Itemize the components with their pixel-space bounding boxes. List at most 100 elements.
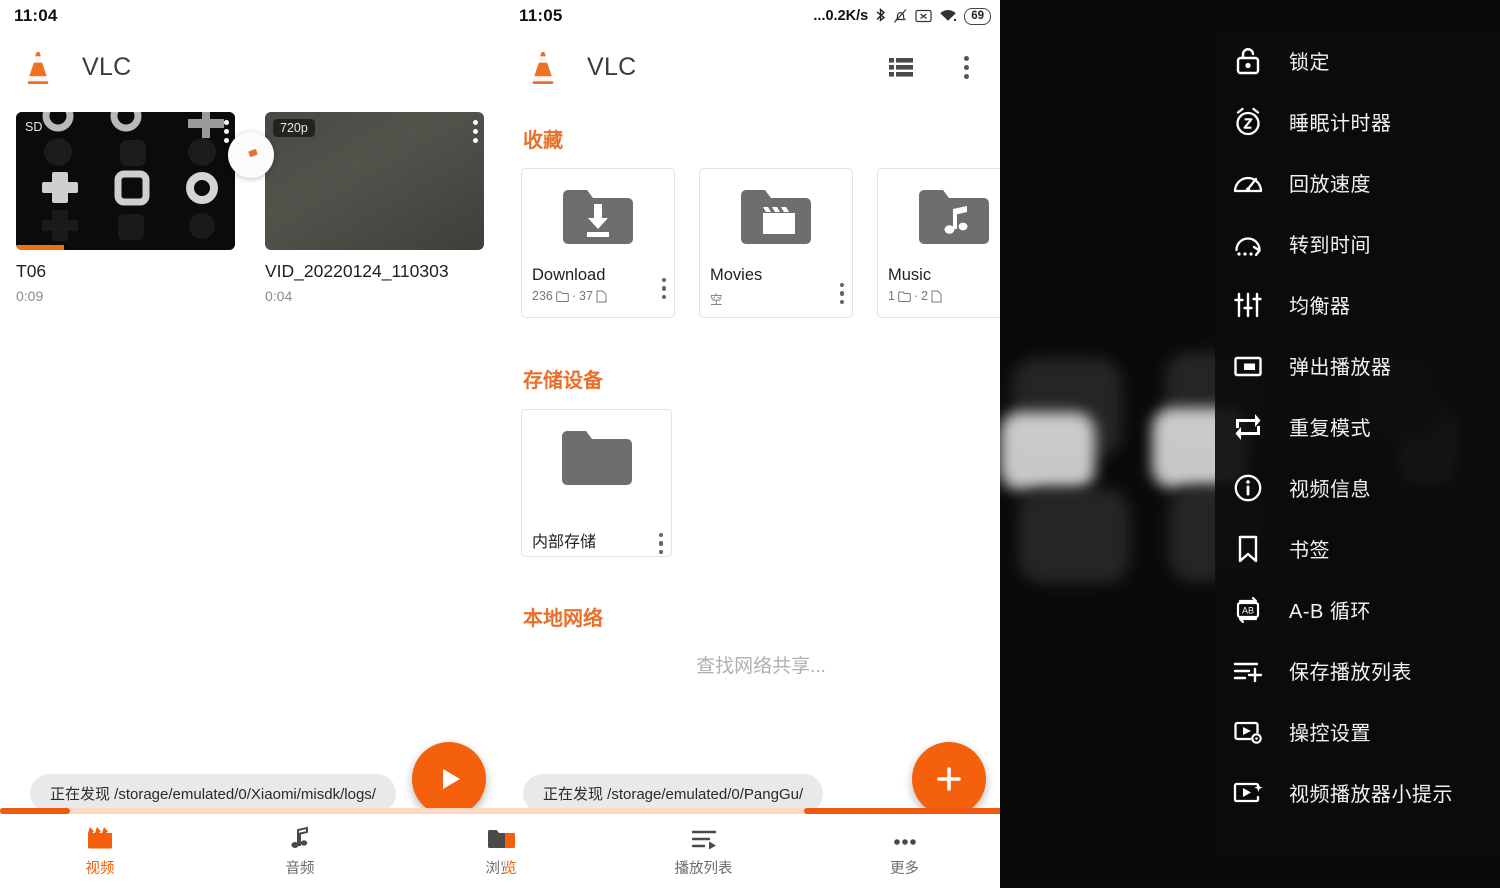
menu-item-label: 视频播放器小提示 xyxy=(1289,784,1453,806)
folder-card[interactable]: Music 1 · 2 xyxy=(877,168,1005,318)
menu-item-label: 睡眠计时器 xyxy=(1289,113,1392,135)
playlist-add-icon xyxy=(1229,652,1267,690)
storage-name: 内部存储 xyxy=(532,534,597,551)
folder-meta: 236 · 37 xyxy=(532,289,664,303)
folder-download-icon xyxy=(522,169,674,265)
add-fab-button[interactable] xyxy=(912,742,986,816)
play-fab-button[interactable] xyxy=(412,742,486,816)
svg-text:AB: AB xyxy=(1242,605,1254,615)
playlist-icon xyxy=(690,824,718,850)
status-time: 11:05 xyxy=(519,6,563,25)
video-card[interactable]: SD T06 0:09 xyxy=(16,112,235,304)
watch-progress-bar xyxy=(16,245,65,250)
video-overflow-icon[interactable] xyxy=(473,120,478,143)
speedometer-icon xyxy=(1229,164,1267,202)
ab-repeat-icon: AB xyxy=(1229,591,1267,629)
quality-badge: 720p xyxy=(273,119,315,137)
folder-mini-icon xyxy=(898,291,911,302)
overflow-icon[interactable] xyxy=(951,52,981,82)
screenshot-root: 11:04 ...0.2K/s 69 xyxy=(0,0,1500,888)
nav-item-more[interactable]: 更多 xyxy=(804,824,1005,878)
file-count: 37 xyxy=(579,289,593,303)
menu-item-sleep-timer[interactable]: 睡眠计时器 xyxy=(1215,91,1500,152)
folder-icon xyxy=(522,410,671,506)
video-duration: 0:04 xyxy=(265,288,293,304)
info-icon xyxy=(1229,469,1267,507)
menu-item-label: A-B 循环 xyxy=(1289,601,1371,623)
player-settings-icon xyxy=(1229,713,1267,751)
video-overflow-icon[interactable] xyxy=(224,120,229,143)
equalizer-icon xyxy=(1229,286,1267,324)
nav-label: 视频 xyxy=(85,861,115,877)
app-title: VLC xyxy=(82,52,132,81)
clapperboard-icon xyxy=(86,824,114,850)
nav-label: 更多 xyxy=(890,861,919,877)
folder-overflow-icon[interactable] xyxy=(661,277,666,299)
video-card[interactable]: 720p VID_20220124_110303 0:04 xyxy=(265,112,484,304)
folder-movies-icon xyxy=(700,169,852,265)
panel-browse: 11:05 ...0.2K/s 69 VLC 收藏 Download 236 ·… xyxy=(505,0,1005,888)
menu-item-label: 锁定 xyxy=(1289,52,1330,74)
menu-item-bookmarks[interactable]: 书签 xyxy=(1215,518,1500,579)
nav-item-video[interactable]: 视频 xyxy=(0,824,200,878)
menu-item-save-playlist[interactable]: 保存播放列表 xyxy=(1215,640,1500,701)
folder-meta: 空 xyxy=(710,289,842,308)
folder-icon xyxy=(505,824,517,850)
menu-item-label: 保存播放列表 xyxy=(1289,662,1412,684)
vlc-logo-icon xyxy=(18,47,58,87)
menu-item-equalizer[interactable]: 均衡器 xyxy=(1215,274,1500,335)
section-title-favorites: 收藏 xyxy=(523,130,563,152)
file-mini-icon xyxy=(931,290,942,302)
video-thumbnail[interactable]: 720p xyxy=(265,112,484,250)
file-mini-icon xyxy=(596,290,607,302)
menu-item-repeat-mode[interactable]: 重复模式 xyxy=(1215,396,1500,457)
menu-item-label: 视频信息 xyxy=(1289,479,1371,501)
nav-item-browse[interactable]: 浏览 xyxy=(505,824,603,878)
menu-item-ab-repeat[interactable]: AB A-B 循环 xyxy=(1215,579,1500,640)
favorites-list: Download 236 · 37 Movies 空 Music 1 · 2 xyxy=(521,168,1005,318)
player-tips-icon xyxy=(1229,774,1267,812)
lock-icon xyxy=(1229,42,1267,80)
vlc-logo-icon xyxy=(523,47,563,87)
menu-item-popup-player[interactable]: 弹出播放器 xyxy=(1215,335,1500,396)
nav-label: 播放列表 xyxy=(674,861,733,877)
jump-to-time-icon xyxy=(1229,225,1267,263)
nav-item-playlist[interactable]: 播放列表 xyxy=(603,824,804,878)
plus-icon xyxy=(937,767,961,791)
folder-card[interactable]: Movies 空 xyxy=(699,168,853,318)
nav-label: 音频 xyxy=(285,861,315,877)
menu-item-jump-to-time[interactable]: 转到时间 xyxy=(1215,213,1500,274)
battery-icon: 69 xyxy=(964,7,991,25)
network-discovery-message: 查找网络共享... xyxy=(696,656,826,677)
storage-overflow-icon[interactable] xyxy=(658,532,663,554)
video-title: VID_20220124_110303 xyxy=(265,261,449,281)
mute-bell-icon xyxy=(893,8,908,24)
menu-item-label: 回放速度 xyxy=(1289,174,1371,196)
folder-overflow-icon[interactable] xyxy=(839,282,844,304)
menu-item-player-settings[interactable]: 操控设置 xyxy=(1215,701,1500,762)
repeat-icon xyxy=(1229,408,1267,446)
menu-item-video-info[interactable]: 视频信息 xyxy=(1215,457,1500,518)
status-bar: 11:05 ...0.2K/s 69 xyxy=(505,0,1005,32)
app-bar: VLC xyxy=(505,34,1005,100)
section-title-storage: 存储设备 xyxy=(523,370,603,392)
status-time: 11:04 xyxy=(14,6,58,25)
nav-label: 浏览 xyxy=(505,861,517,877)
section-title-network: 本地网络 xyxy=(523,608,603,630)
app-title: VLC xyxy=(587,52,637,81)
assistive-touch-ball[interactable] xyxy=(228,132,274,178)
wifi-icon xyxy=(939,9,957,23)
play-icon xyxy=(443,769,460,789)
menu-item-playback-speed[interactable]: 回放速度 xyxy=(1215,152,1500,213)
menu-item-label: 重复模式 xyxy=(1289,418,1371,440)
player-options-menu: 锁定 睡眠计时器 回放速度 转到时间 均衡器 弹出播放器 重复模式 视频信息 书… xyxy=(1215,30,1500,860)
nav-item-audio[interactable]: 音频 xyxy=(200,824,400,878)
storage-card[interactable]: 内部存储 xyxy=(521,409,672,557)
menu-item-lock[interactable]: 锁定 xyxy=(1215,30,1500,91)
video-thumbnail[interactable]: SD xyxy=(16,112,235,250)
folder-card[interactable]: Download 236 · 37 xyxy=(521,168,675,318)
menu-item-player-tips[interactable]: 视频播放器小提示 xyxy=(1215,762,1500,823)
network-speed: ...0.2K/s xyxy=(813,8,869,24)
list-view-icon[interactable] xyxy=(887,52,917,82)
folder-name: Download xyxy=(532,266,606,284)
